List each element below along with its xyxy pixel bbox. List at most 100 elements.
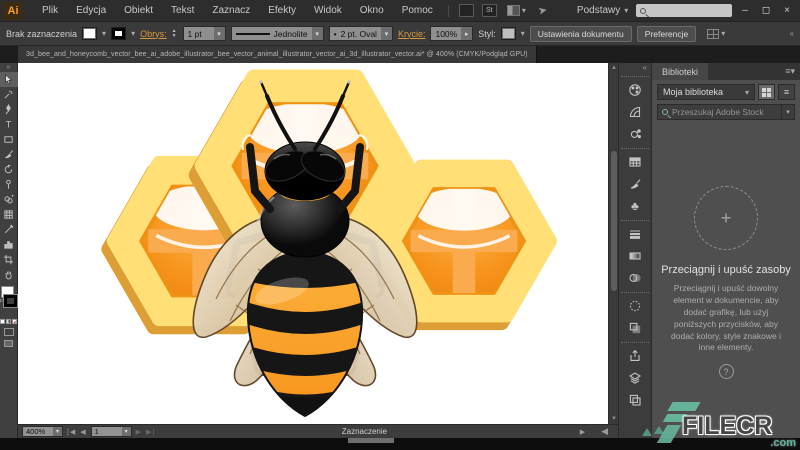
stroke-color-dropdown-icon[interactable]: ▾ bbox=[131, 29, 135, 38]
preferences-button[interactable]: Preferencje bbox=[636, 25, 697, 42]
menu-item[interactable]: Pomoc bbox=[393, 0, 442, 22]
stroke-variable-width-dropdown[interactable]: Jednolite ▾ bbox=[230, 26, 324, 41]
workspace-switcher[interactable]: Podstawy ▾ bbox=[569, 5, 636, 16]
fill-stroke-control[interactable]: ⇄ bbox=[0, 286, 18, 316]
restore-button[interactable]: ◻ bbox=[762, 5, 770, 16]
menu-item[interactable]: Tekst bbox=[162, 0, 203, 22]
dock-expand-icon[interactable]: « bbox=[643, 63, 647, 73]
stroke-color-swatch[interactable] bbox=[111, 27, 127, 40]
stroke-swatch[interactable] bbox=[3, 295, 17, 307]
drawing-mode-button[interactable] bbox=[3, 328, 14, 336]
control-bar: Brak zaznaczenia ▾ ▾ Obrys: ▲ ▼ 1 pt ▾ Jed… bbox=[0, 22, 800, 46]
panel-icon-recolor-artwork[interactable] bbox=[623, 123, 647, 145]
tool-shape-builder[interactable] bbox=[0, 192, 18, 207]
artboard-number-dropdown[interactable]: 1 ▾ bbox=[90, 426, 132, 437]
tab-libraries[interactable]: Biblioteki bbox=[652, 63, 709, 80]
bridge-icon[interactable] bbox=[458, 4, 474, 17]
previous-artboard-icon[interactable]: ◀ bbox=[80, 428, 86, 436]
menu-item[interactable]: Plik bbox=[33, 0, 67, 22]
fill-color-dropdown-icon[interactable]: ▾ bbox=[102, 29, 106, 38]
tool-pen[interactable] bbox=[0, 102, 18, 117]
tool-eyedropper[interactable] bbox=[0, 222, 18, 237]
tool-paintbrush[interactable] bbox=[0, 147, 18, 162]
app-search-box[interactable] bbox=[636, 4, 733, 17]
menu-item[interactable]: Efekty bbox=[259, 0, 305, 22]
brush-definition-dropdown[interactable]: • 2 pt. Oval ▾ bbox=[328, 26, 393, 41]
panel-icon-artboards[interactable] bbox=[623, 389, 647, 411]
panel-menu-icon[interactable]: ≡▾ bbox=[785, 66, 795, 77]
status-indicator[interactable]: Zaznaczenie bbox=[159, 427, 570, 436]
search-scope-dropdown[interactable]: ▾ bbox=[782, 104, 795, 120]
canvas-artboard[interactable] bbox=[18, 63, 608, 424]
panel-icon-symbols[interactable]: ♣ bbox=[623, 195, 647, 217]
stock-search-input[interactable] bbox=[672, 107, 777, 117]
first-artboard-icon[interactable]: |◀ bbox=[67, 428, 76, 436]
panel-icon-transparency[interactable] bbox=[623, 267, 647, 289]
next-artboard-icon[interactable]: ▶ bbox=[136, 428, 142, 436]
grid-view-button[interactable] bbox=[758, 84, 775, 100]
menu-item[interactable]: Zaznacz bbox=[203, 0, 259, 22]
panel-icon-graphic-styles[interactable] bbox=[623, 317, 647, 339]
style-dropdown-icon[interactable]: ▾ bbox=[521, 29, 525, 38]
align-options-icon[interactable]: ▾ bbox=[707, 28, 725, 39]
style-swatch[interactable] bbox=[500, 27, 516, 40]
minimize-button[interactable]: – bbox=[742, 5, 748, 16]
library-select[interactable]: Moja biblioteka ▾ bbox=[657, 84, 755, 100]
panel-icon-color-guide[interactable] bbox=[623, 101, 647, 123]
bee-honeycomb-artwork[interactable] bbox=[98, 69, 560, 421]
tool-graph[interactable] bbox=[0, 237, 18, 252]
stroke-weight-stepper[interactable]: ▲ ▼ bbox=[172, 28, 177, 39]
zoom-level-dropdown[interactable]: 400% ▾ bbox=[22, 426, 63, 437]
tool-rotate[interactable] bbox=[0, 162, 18, 177]
panel-icon-appearance[interactable] bbox=[623, 295, 647, 317]
none-button[interactable] bbox=[12, 319, 17, 324]
stock-search-box[interactable] bbox=[657, 104, 782, 120]
menu-item[interactable]: Okno bbox=[351, 0, 393, 22]
stroke-panel-link[interactable]: Obrys: bbox=[140, 29, 167, 39]
tool-rectangle[interactable] bbox=[0, 132, 18, 147]
menu-item[interactable]: Obiekt bbox=[115, 0, 162, 22]
opacity-panel-link[interactable]: Krycie: bbox=[398, 29, 426, 39]
menu-item[interactable]: Edycja bbox=[67, 0, 115, 22]
panel-icon-asset-export[interactable] bbox=[623, 345, 647, 367]
vertical-scrollbar[interactable]: ▲ ▼ bbox=[608, 63, 618, 424]
screen-mode-button[interactable] bbox=[4, 340, 13, 347]
status-menu-icon[interactable]: ▶ bbox=[580, 428, 585, 436]
help-icon[interactable]: ? bbox=[718, 364, 734, 380]
menu-item[interactable]: Widok bbox=[305, 0, 351, 22]
document-setup-button[interactable]: Ustawienia dokumentu bbox=[529, 25, 632, 42]
tool-mesh[interactable] bbox=[0, 207, 18, 222]
tool-magic-wand[interactable] bbox=[0, 87, 18, 102]
swap-fill-stroke-icon[interactable]: ⇄ bbox=[0, 297, 5, 304]
tool-hand[interactable] bbox=[0, 267, 18, 282]
panel-icon-brushes[interactable] bbox=[623, 173, 647, 195]
toolbar-expand-icon[interactable]: » bbox=[7, 63, 11, 72]
gpu-performance-rocket-icon[interactable]: ➤ bbox=[537, 3, 549, 18]
hscroll-left-icon[interactable]: ◀ bbox=[601, 426, 608, 437]
tool-artboard[interactable] bbox=[0, 252, 18, 267]
horizontal-scroll-thumb[interactable] bbox=[348, 438, 394, 443]
document-layout-icon[interactable]: ▾ bbox=[506, 5, 526, 16]
drop-zone-circle[interactable]: + bbox=[694, 186, 758, 250]
last-artboard-icon[interactable]: ▶| bbox=[146, 428, 155, 436]
adobe-stock-icon[interactable]: St bbox=[481, 4, 497, 17]
stroke-weight-dropdown[interactable]: 1 pt ▾ bbox=[182, 26, 226, 41]
panel-icon-color[interactable] bbox=[623, 79, 647, 101]
tool-type[interactable]: T bbox=[0, 117, 18, 132]
tool-puppet-warp[interactable] bbox=[0, 177, 18, 192]
panel-icon-layers[interactable] bbox=[623, 367, 647, 389]
list-view-button[interactable]: ≡ bbox=[778, 84, 795, 100]
panel-dock: « ♣ bbox=[618, 63, 652, 438]
close-button[interactable]: × bbox=[784, 5, 790, 16]
tool-selection[interactable] bbox=[0, 72, 18, 87]
collapse-control-bar-icon[interactable]: « bbox=[790, 29, 794, 38]
document-tab[interactable]: 3d_bee_and_honeycomb_vector_bee_ai_adobe… bbox=[18, 46, 537, 63]
opacity-dropdown[interactable]: 100% ▸ bbox=[430, 26, 474, 41]
fill-color-swatch[interactable] bbox=[82, 27, 98, 40]
panel-icon-swatches[interactable] bbox=[623, 151, 647, 173]
gradient-button[interactable] bbox=[6, 319, 11, 324]
vertical-scroll-thumb[interactable] bbox=[611, 151, 617, 291]
panel-icon-gradient[interactable] bbox=[623, 245, 647, 267]
panel-icon-stroke[interactable] bbox=[623, 223, 647, 245]
color-button[interactable] bbox=[0, 319, 5, 324]
